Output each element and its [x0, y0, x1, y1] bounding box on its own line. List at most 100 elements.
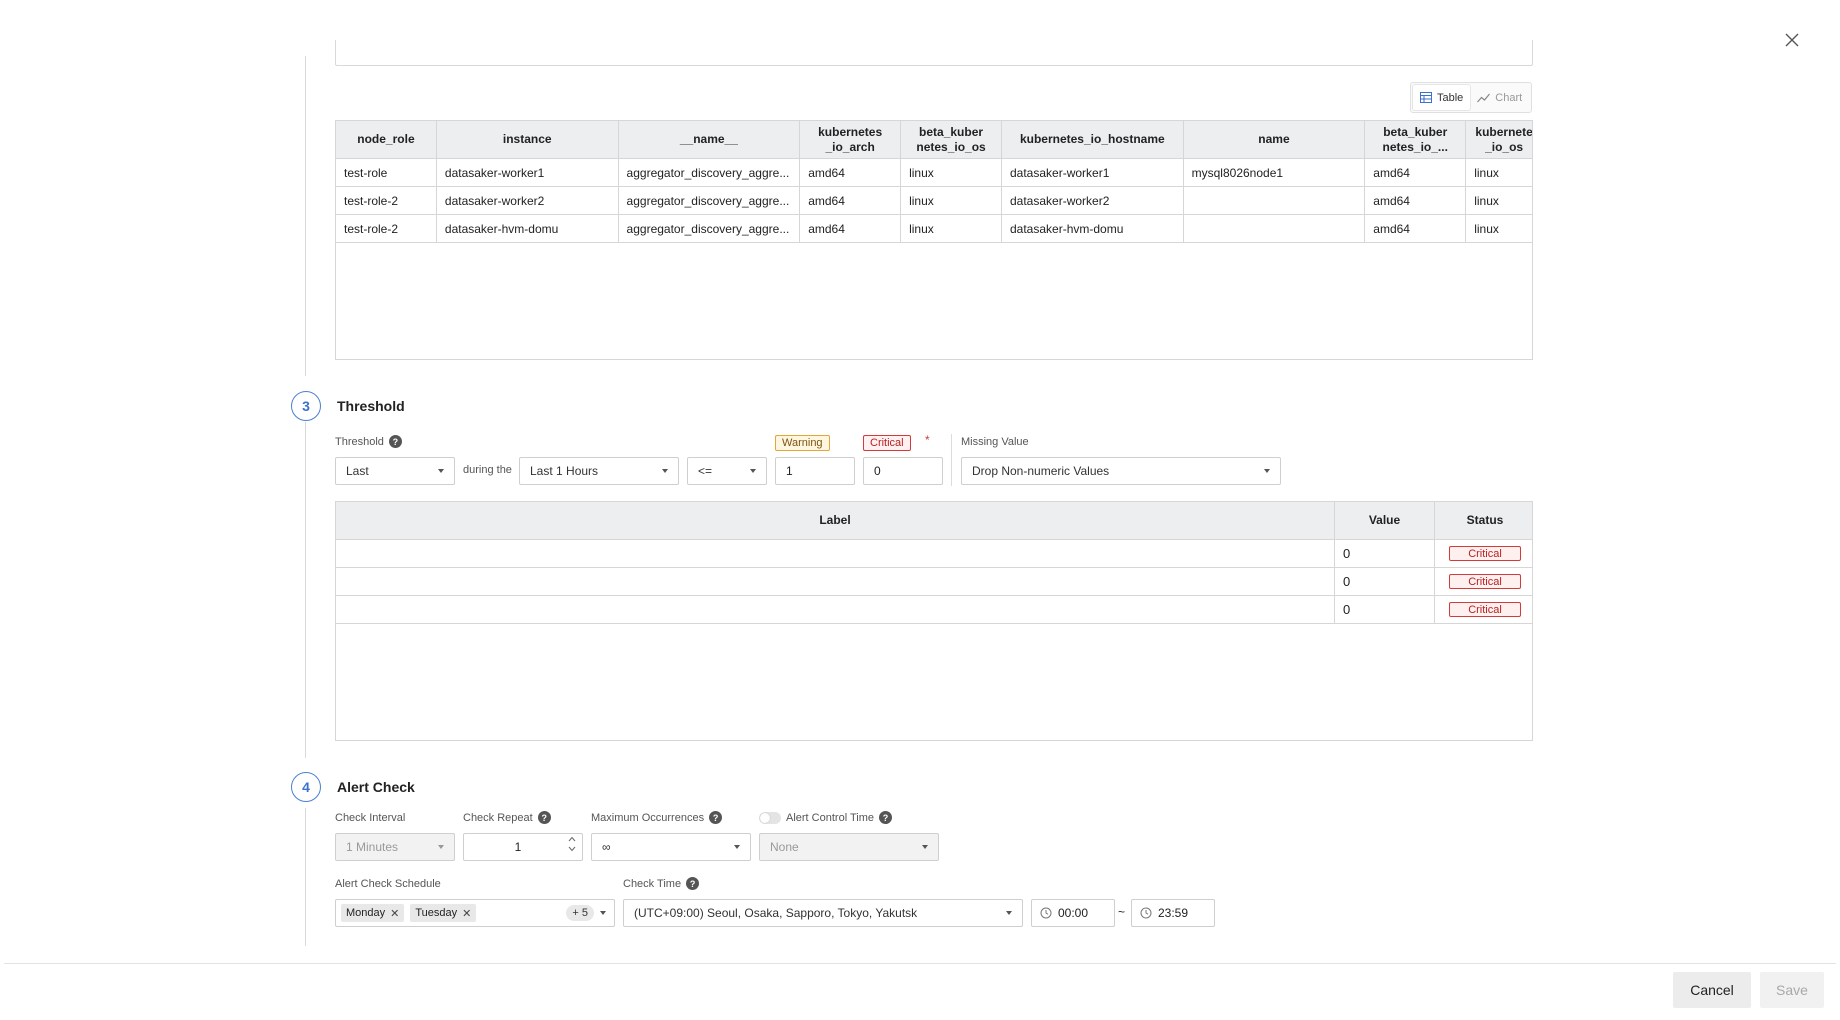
table-cell: amd64 [799, 214, 902, 243]
table-row: test-role-2 datasaker-hvm-domu aggregator_… [336, 214, 1532, 243]
check-interval-select[interactable]: 1 Minutes [335, 833, 455, 861]
chevron-down-icon [734, 845, 740, 849]
timezone-select[interactable]: (UTC+09:00) Seoul, Osaka, Sapporo, Tokyo… [623, 899, 1023, 927]
chevron-down-icon [662, 469, 668, 473]
stepper-arrows[interactable] [568, 836, 576, 852]
clock-icon [1040, 907, 1052, 919]
alert-control-time-select[interactable]: None [759, 833, 939, 861]
warning-value-input[interactable]: 1 [775, 457, 855, 485]
label-column-header: Label [336, 502, 1335, 540]
column-header[interactable]: instance [435, 121, 619, 159]
close-modal-button[interactable] [1778, 26, 1806, 54]
table-cell: aggregator_discovery_aggre... [617, 158, 801, 187]
schedule-tag-label: Tuesday [415, 907, 458, 919]
table-cell: datasaker-worker2 [435, 186, 619, 215]
status-cell: Critical [1434, 539, 1532, 568]
check-time-label: Check Time ? [623, 877, 700, 890]
help-icon[interactable]: ? [537, 811, 551, 824]
value-cell: 0 [1334, 595, 1435, 624]
status-badge: Critical [1449, 574, 1521, 590]
start-time-input[interactable]: 00:00 [1031, 899, 1115, 927]
critical-badge: Critical [863, 435, 911, 451]
required-mark: * [925, 433, 930, 447]
column-header[interactable]: kubernetes_io_hostname [1001, 121, 1184, 159]
help-icon[interactable]: ? [709, 811, 723, 824]
value-column-header: Value [1334, 502, 1435, 540]
column-header[interactable]: __name__ [617, 121, 801, 159]
chevron-down-icon [750, 469, 756, 473]
step-line-middle [305, 422, 306, 758]
alert-control-time-toggle[interactable] [759, 811, 781, 824]
warning-badge: Warning [775, 435, 830, 451]
remove-tag-icon[interactable]: ✕ [390, 907, 399, 920]
threshold-section-title: Threshold [337, 398, 405, 414]
column-header[interactable]: beta_kuber netes_io_os [900, 121, 1002, 159]
column-header[interactable]: kubernete _io_os [1465, 121, 1532, 159]
period-select[interactable]: Last 1 Hours [519, 457, 679, 485]
chevron-down-icon [600, 911, 606, 915]
value-cell: 0 [1334, 567, 1435, 596]
footer-divider [4, 963, 1836, 964]
alert-check-section-title: Alert Check [337, 779, 415, 795]
label-cell [336, 539, 1335, 568]
cancel-button[interactable]: Cancel [1673, 972, 1751, 1008]
critical-value-input[interactable]: 0 [863, 457, 943, 485]
query-editor-box [335, 40, 1533, 66]
table-row: 0 Critical [336, 595, 1532, 624]
table-cell: aggregator_discovery_aggre... [617, 214, 801, 243]
table-cell: amd64 [799, 158, 902, 187]
label-cell [336, 567, 1335, 596]
table-row: test-role-2 datasaker-worker2 aggregator_d… [336, 186, 1532, 215]
chart-view-label: Chart [1495, 91, 1523, 104]
table-cell: linux [900, 214, 1002, 243]
check-repeat-stepper[interactable]: 1 [463, 833, 583, 861]
table-cell: datasaker-hvm-domu [435, 214, 619, 243]
table-cell: datasaker-worker1 [435, 158, 619, 187]
threshold-result-table: Label Value Status 0 Critical 0 Critical 0 Cr… [335, 501, 1533, 741]
table-view-button[interactable]: Table [1413, 85, 1471, 110]
status-cell: Critical [1434, 595, 1532, 624]
chevron-up-icon [568, 836, 576, 842]
table-cell [1182, 186, 1366, 215]
table-row: test-role datasaker-worker1 aggregator_dis… [336, 158, 1532, 187]
help-icon[interactable]: ? [388, 435, 402, 448]
column-header[interactable]: name [1182, 121, 1366, 159]
table-icon [1420, 92, 1432, 103]
step-line-bottom [305, 808, 306, 946]
column-header[interactable]: kubernetes _io_arch [799, 121, 902, 159]
table-row: 0 Critical [336, 539, 1532, 568]
help-icon[interactable]: ? [879, 811, 893, 824]
operator-select[interactable]: <= [687, 457, 767, 485]
table-cell: test-role [336, 158, 437, 187]
step-line-top [305, 56, 306, 376]
max-occurrences-select[interactable]: ∞ [591, 833, 751, 861]
table-cell: amd64 [1364, 214, 1467, 243]
max-occurrences-label: Maximum Occurrences ? [591, 811, 723, 824]
table-cell: datasaker-hvm-domu [1001, 214, 1184, 243]
table-cell: test-role-2 [336, 186, 437, 215]
end-time-input[interactable]: 23:59 [1131, 899, 1215, 927]
missing-value-select[interactable]: Drop Non-numeric Values [961, 457, 1281, 485]
table-cell: aggregator_discovery_aggre... [617, 186, 801, 215]
missing-value-label: Missing Value [961, 436, 1029, 448]
schedule-tag: Tuesday ✕ [410, 904, 477, 922]
remove-tag-icon[interactable]: ✕ [462, 907, 471, 920]
alert-control-time-label: Alert Control Time ? [759, 811, 893, 824]
threshold-label: Threshold ? [335, 435, 402, 448]
schedule-label: Alert Check Schedule [335, 878, 441, 890]
help-icon[interactable]: ? [686, 877, 700, 890]
chevron-down-icon [568, 846, 576, 852]
chart-view-button[interactable]: Chart [1470, 85, 1529, 110]
column-header[interactable]: node_role [336, 121, 437, 159]
table-view-label: Table [1437, 91, 1464, 104]
aggregation-select[interactable]: Last [335, 457, 455, 485]
chevron-down-icon [1006, 911, 1012, 915]
column-header[interactable]: beta_kuber netes_io_... [1364, 121, 1467, 159]
schedule-multiselect[interactable]: Monday ✕ Tuesday ✕ + 5 [335, 899, 615, 927]
save-button[interactable]: Save [1760, 972, 1824, 1008]
table-row: 0 Critical [336, 567, 1532, 596]
query-result-table: node_role instance __name__ kubernetes _io_a… [335, 120, 1533, 360]
check-interval-label: Check Interval [335, 812, 406, 824]
chevron-down-icon [438, 469, 444, 473]
schedule-more-badge[interactable]: + 5 [566, 905, 594, 921]
